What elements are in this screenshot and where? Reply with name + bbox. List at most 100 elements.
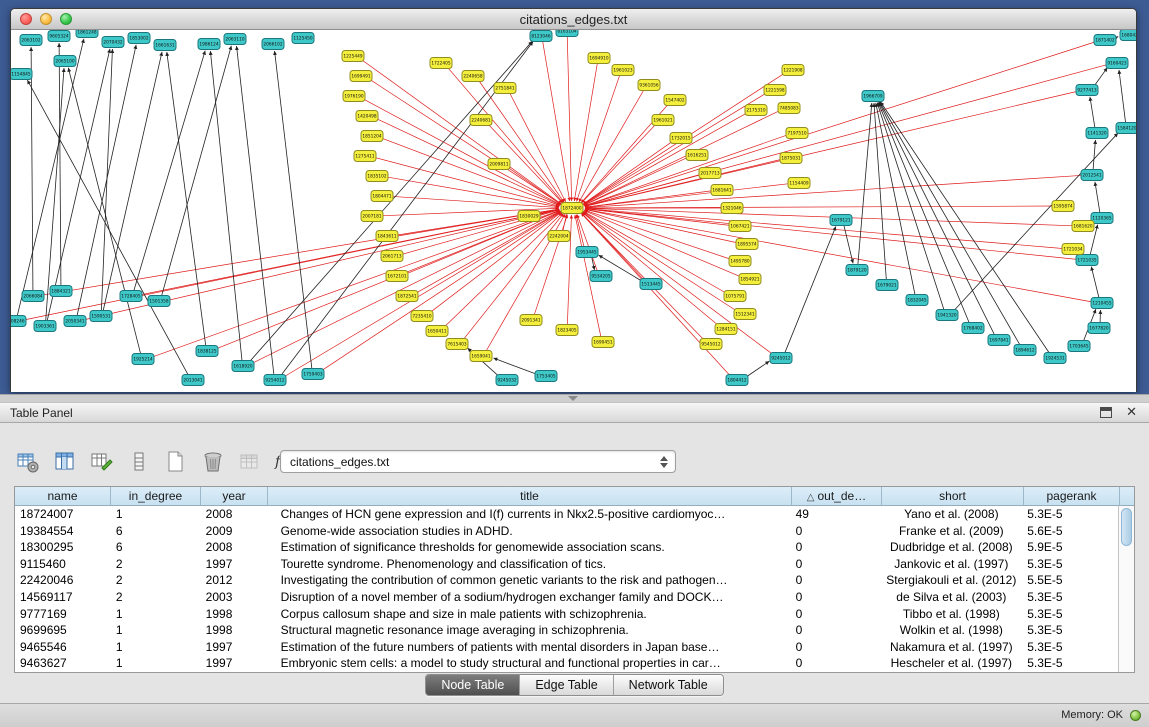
graph-node[interactable]: 1843611 xyxy=(376,231,398,242)
tab-network-table[interactable]: Network Table xyxy=(614,675,723,695)
column-header-year[interactable]: year xyxy=(201,487,268,505)
citation-edge-red[interactable] xyxy=(151,210,559,357)
citation-edge-black[interactable] xyxy=(880,102,1049,354)
citation-edge-black[interactable] xyxy=(1090,97,1095,128)
minimize-window-button[interactable] xyxy=(40,13,52,25)
table-row[interactable]: 946362711997Embryonic stem cells: a mode… xyxy=(15,655,1118,672)
graph-node[interactable]: 9605324 xyxy=(48,31,70,42)
graph-node[interactable]: 2061713 xyxy=(381,251,403,262)
graph-node[interactable]: 1690451 xyxy=(592,337,614,348)
citation-edge-red[interactable] xyxy=(577,214,597,271)
citation-edge-red[interactable] xyxy=(585,91,1079,206)
graph-node[interactable]: 2240681 xyxy=(470,115,492,126)
citation-edge-black[interactable] xyxy=(785,226,836,353)
graph-node[interactable]: 2017713 xyxy=(699,168,721,179)
rows-icon[interactable] xyxy=(125,448,153,476)
graph-node[interactable]: 1925214 xyxy=(132,354,154,365)
graph-node[interactable]: 1721034 xyxy=(1062,244,1084,255)
graph-node[interactable]: 7197510 xyxy=(786,128,808,139)
table-row[interactable]: 1938455462009Genome-wide association stu… xyxy=(15,523,1118,540)
citation-edge-black[interactable] xyxy=(1095,182,1100,213)
graph-node[interactable]: 1768402 xyxy=(962,323,984,334)
citation-edge-black[interactable] xyxy=(1119,70,1126,123)
graph-node[interactable]: 1872541 xyxy=(396,291,418,302)
graph-node[interactable]: 1679021 xyxy=(876,280,898,291)
table-row[interactable]: 946554611997Estimation of the future num… xyxy=(15,639,1118,656)
graph-node[interactable]: 1616251 xyxy=(686,150,708,161)
graph-node[interactable]: 2175310 xyxy=(745,105,767,116)
graph-node[interactable]: 1804412 xyxy=(726,375,748,386)
splitter-collapse-icon[interactable] xyxy=(568,396,578,401)
table-row[interactable]: 1456911722003Disruption of a novel membe… xyxy=(15,589,1118,606)
citation-edge-red[interactable] xyxy=(583,212,737,312)
graph-node[interactable]: 1871402 xyxy=(1094,35,1116,46)
citation-edge-red[interactable] xyxy=(581,213,731,376)
graph-node[interactable]: 1618920 xyxy=(232,361,254,372)
citation-edge-black[interactable] xyxy=(59,43,61,286)
graph-node[interactable]: 1853002 xyxy=(128,33,150,44)
column-header-title[interactable]: title xyxy=(268,487,792,505)
select-columns-icon[interactable] xyxy=(51,448,79,476)
graph-node[interactable]: 1321046 xyxy=(721,203,743,214)
graph-node[interactable]: 1661631 xyxy=(154,40,176,51)
citation-edge-black[interactable] xyxy=(493,358,537,374)
table-vertical-scrollbar[interactable] xyxy=(1118,506,1134,672)
citation-edge-red[interactable] xyxy=(583,93,767,205)
graph-node[interactable]: 1513445 xyxy=(640,279,662,290)
citation-edge-red[interactable] xyxy=(42,209,559,295)
graph-node[interactable]: 7485083 xyxy=(778,103,800,114)
citation-edge-red[interactable] xyxy=(585,209,1064,249)
new-file-icon[interactable] xyxy=(162,448,190,476)
citation-edge-red[interactable] xyxy=(585,184,790,208)
graph-node[interactable]: 1225449 xyxy=(342,51,364,62)
graph-node[interactable]: 1697841 xyxy=(988,335,1010,346)
table-row[interactable]: 977716911998Corpus callosum shape and si… xyxy=(15,606,1118,623)
graph-node[interactable]: 1210455 xyxy=(1091,298,1113,309)
graph-node[interactable]: 1894612 xyxy=(1014,345,1036,356)
citation-edge-red[interactable] xyxy=(567,36,571,201)
edit-table-icon[interactable] xyxy=(88,448,116,476)
graph-node[interactable]: 1659041 xyxy=(470,351,492,362)
citation-edge-red[interactable] xyxy=(585,175,1083,207)
citation-edge-red[interactable] xyxy=(581,123,656,203)
graph-node[interactable]: 1832045 xyxy=(906,295,928,306)
graph-node[interactable]: 1703645 xyxy=(1068,341,1090,352)
column-header-short[interactable]: short xyxy=(882,487,1024,505)
graph-node[interactable]: 1677820 xyxy=(1088,323,1110,334)
graph-node[interactable]: 1512341 xyxy=(734,309,756,320)
table-row[interactable]: 1872400712008Changes of HCN gene express… xyxy=(15,506,1118,523)
delete-icon[interactable] xyxy=(199,448,227,476)
graph-node[interactable]: 1728405 xyxy=(120,291,142,302)
table-row[interactable]: 969969511998Structural magnetic resonanc… xyxy=(15,622,1118,639)
citation-edge-black[interactable] xyxy=(879,102,995,335)
graph-node[interactable]: 1753405 xyxy=(535,371,557,382)
graph-node[interactable]: 1590531 xyxy=(90,311,112,322)
graph-node[interactable]: 1221598 xyxy=(764,85,786,96)
graph-node[interactable]: 1694910 xyxy=(588,53,610,64)
citation-edge-red[interactable] xyxy=(362,98,560,205)
graph-node[interactable]: 8163104 xyxy=(556,30,578,37)
graph-node[interactable]: 1941320 xyxy=(936,310,958,321)
citation-edge-black[interactable] xyxy=(1091,267,1099,299)
graph-node[interactable]: 1584120 xyxy=(1116,123,1136,134)
graph-node[interactable]: 2009811 xyxy=(488,159,510,170)
network-view-window[interactable]: citations_edges.txt 20631029605324186124… xyxy=(10,8,1137,392)
column-header-name[interactable]: name xyxy=(15,487,111,505)
graph-node[interactable]: 9254012 xyxy=(264,375,286,386)
graph-node[interactable]: 1895574 xyxy=(736,239,758,250)
graph-node[interactable]: 1961023 xyxy=(612,65,634,76)
table-settings-icon[interactable] xyxy=(14,448,42,476)
citation-edge-black[interactable] xyxy=(275,51,312,369)
graph-node[interactable]: 7615403 xyxy=(446,339,468,350)
table-row[interactable]: 1830029562008Estimation of significance … xyxy=(15,539,1118,556)
graph-node[interactable]: 1732015 xyxy=(670,133,692,144)
graph-node[interactable]: 1681620 xyxy=(1072,221,1094,232)
graph-node[interactable]: 1154409 xyxy=(788,178,810,189)
table-row[interactable]: 2242004622012Investigating the contribut… xyxy=(15,572,1118,589)
graph-node[interactable]: 9277413 xyxy=(1076,85,1098,96)
graph-node[interactable]: 1501358 xyxy=(148,296,170,307)
graph-node[interactable]: 1221908 xyxy=(782,65,804,76)
table-panel-header[interactable]: Table Panel ✕ xyxy=(0,402,1149,423)
citation-edge-black[interactable] xyxy=(237,46,274,375)
graph-node[interactable]: 1547402 xyxy=(664,95,686,106)
